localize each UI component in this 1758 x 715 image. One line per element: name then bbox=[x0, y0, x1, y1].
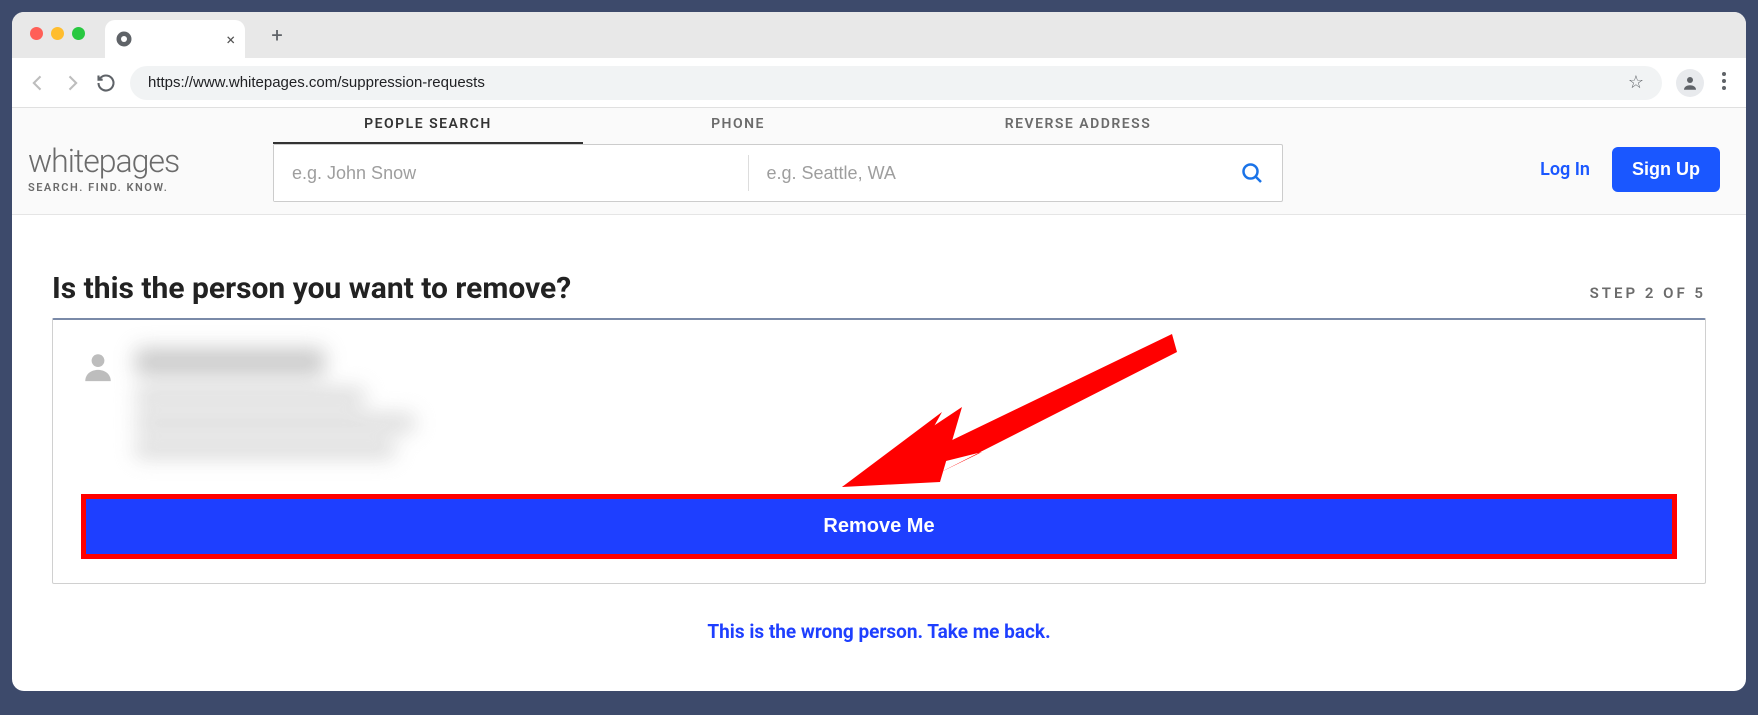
address-bar[interactable]: ☆ bbox=[130, 66, 1662, 100]
tab-phone[interactable]: PHONE bbox=[583, 108, 893, 144]
browser-toolbar: ☆ bbox=[12, 58, 1746, 108]
search-submit-button[interactable] bbox=[1222, 145, 1282, 201]
close-window-button[interactable] bbox=[30, 27, 43, 40]
minimize-window-button[interactable] bbox=[51, 27, 64, 40]
tab-reverse-address[interactable]: REVERSE ADDRESS bbox=[893, 108, 1263, 144]
maximize-window-button[interactable] bbox=[72, 27, 85, 40]
search-tabs: PEOPLE SEARCH PHONE REVERSE ADDRESS bbox=[273, 108, 1283, 144]
back-button[interactable] bbox=[28, 73, 48, 93]
forward-button[interactable] bbox=[62, 73, 82, 93]
signup-button[interactable]: Sign Up bbox=[1612, 147, 1720, 192]
search-form bbox=[273, 144, 1283, 202]
headline-row: Is this the person you want to remove? S… bbox=[52, 271, 1706, 306]
window-controls bbox=[30, 27, 85, 40]
redacted-person-details bbox=[135, 348, 415, 466]
search-name-input[interactable] bbox=[274, 145, 748, 201]
browser-tab[interactable]: × bbox=[105, 20, 245, 58]
bookmark-icon[interactable]: ☆ bbox=[1628, 72, 1644, 93]
close-tab-icon[interactable]: × bbox=[226, 30, 235, 49]
avatar-icon bbox=[81, 350, 115, 384]
tab-favicon-icon bbox=[115, 30, 133, 48]
auth-block: Log In Sign Up bbox=[1540, 119, 1730, 192]
logo-tagline: SEARCH. FIND. KNOW. bbox=[28, 181, 273, 194]
reload-button[interactable] bbox=[96, 73, 116, 93]
step-indicator: STEP 2 OF 5 bbox=[1590, 284, 1706, 302]
main-content: Is this the person you want to remove? S… bbox=[12, 215, 1746, 643]
search-location-input[interactable] bbox=[749, 145, 1223, 201]
tab-people-search[interactable]: PEOPLE SEARCH bbox=[273, 108, 583, 144]
remove-me-button[interactable]: Remove Me bbox=[81, 494, 1677, 559]
browser-window: × + ☆ whitepages SEARCH. FIND. bbox=[12, 12, 1746, 691]
search-block: PEOPLE SEARCH PHONE REVERSE ADDRESS bbox=[273, 108, 1283, 202]
site-logo[interactable]: whitepages SEARCH. FIND. KNOW. bbox=[28, 117, 273, 194]
wrong-person-link[interactable]: This is the wrong person. Take me back. bbox=[52, 620, 1706, 643]
person-row bbox=[81, 348, 1677, 466]
login-link[interactable]: Log In bbox=[1540, 159, 1590, 180]
person-card: Remove Me bbox=[52, 318, 1706, 584]
profile-icon[interactable] bbox=[1676, 69, 1704, 97]
page-title: Is this the person you want to remove? bbox=[52, 271, 571, 306]
browser-tab-bar: × + bbox=[12, 12, 1746, 58]
logo-text: whitepages bbox=[28, 145, 273, 177]
new-tab-button[interactable]: + bbox=[263, 21, 291, 49]
browser-menu-icon[interactable] bbox=[1718, 72, 1730, 94]
url-input[interactable] bbox=[148, 74, 1628, 91]
site-header: whitepages SEARCH. FIND. KNOW. PEOPLE SE… bbox=[12, 108, 1746, 215]
